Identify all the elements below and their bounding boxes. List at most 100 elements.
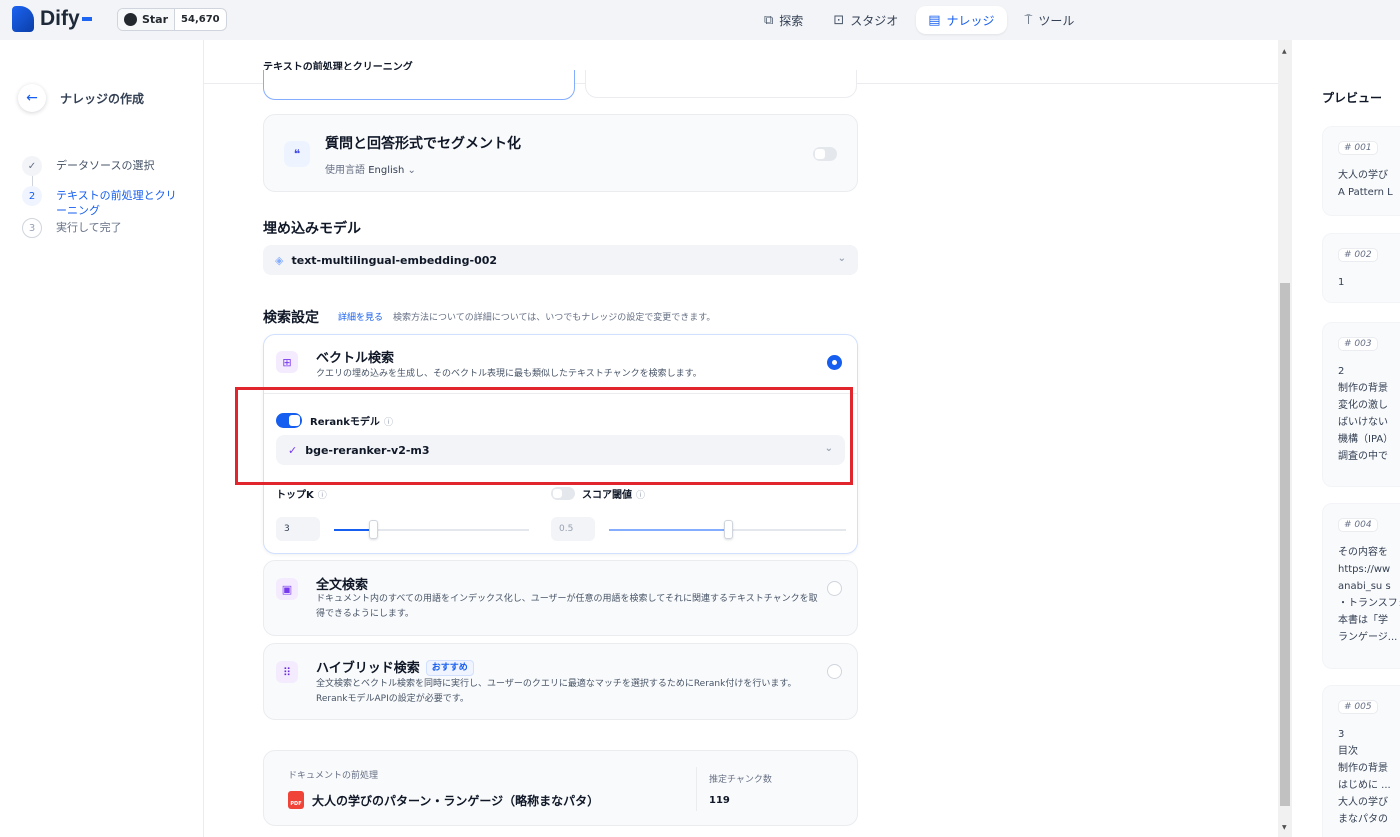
chunk-text: 1	[1338, 277, 1345, 288]
preview-chunk: # 003 2 制作の背景 変化の激し ばいけない 機構（IPA） 調査の中で	[1322, 322, 1400, 487]
document-name-row: PDF 大人の学びのパターン・ランゲージ（略称まなパタ）	[288, 791, 599, 809]
rerank-model-select[interactable]: ✓ bge-reranker-v2-m3 ⌄	[276, 435, 845, 465]
help-icon[interactable]: ⓘ	[318, 488, 327, 501]
full-text-title: 全文検索	[316, 578, 369, 593]
brand-name: Dify	[40, 7, 80, 30]
embedding-model-name: text-multilingual-embedding-002	[291, 253, 498, 267]
document-summary-card: ドキュメントの前処理 PDF 大人の学びのパターン・ランゲージ（略称まなパタ） …	[263, 750, 858, 826]
steps-sidebar: ← ナレッジの作成 ✓ データソースの選択 2 テキストの前処理とクリーニング …	[0, 40, 204, 837]
embedding-model-select[interactable]: ◈ text-multilingual-embedding-002 ⌄	[263, 245, 858, 275]
score-slider-fill	[609, 529, 728, 531]
qa-toggle[interactable]	[813, 147, 837, 161]
nav-tools[interactable]: ⍑ ツール	[1013, 6, 1087, 34]
nav-knowledge-label: ナレッジ	[946, 13, 995, 28]
preview-chunk: # 004 その内容を https://ww anabi_su s ・トランスフ…	[1322, 503, 1400, 669]
chunk-tag: # 003	[1338, 337, 1378, 351]
github-icon	[124, 13, 137, 26]
dify-logo[interactable]: Dify	[12, 6, 92, 32]
top-k-label: トップK ⓘ	[276, 486, 327, 501]
chunk-count-value: 119	[709, 795, 730, 806]
vertex-ai-icon: ◈	[275, 253, 284, 267]
divider	[696, 767, 697, 811]
scroll-up-icon[interactable]: ▲	[1282, 48, 1287, 55]
score-threshold-input[interactable]: 0.5	[551, 517, 595, 541]
step-number: 3	[22, 218, 42, 238]
nav-explore-label: 探索	[779, 13, 804, 28]
nav-explore[interactable]: ⧉ 探索	[752, 6, 815, 34]
segment-mode-card-selected[interactable]	[263, 70, 575, 100]
hybrid-title: ハイブリッド検索 おすすめ	[316, 657, 474, 676]
main-nav: ⧉ 探索 ⊡ スタジオ ▤ ナレッジ ⍑ ツール	[752, 6, 1086, 34]
chunk-tag: # 002	[1338, 248, 1378, 262]
qa-language[interactable]: 使用言語 English ⌄	[325, 161, 416, 176]
score-threshold-toggle[interactable]	[551, 487, 575, 500]
chunk-text: その内容を https://ww anabi_su s ・トランスフォ 本書は「…	[1338, 547, 1400, 643]
vector-search-radio[interactable]	[827, 355, 842, 370]
chunk-tag: # 004	[1338, 518, 1378, 532]
step-connector	[32, 176, 33, 186]
dify-logo-mark	[12, 6, 34, 32]
full-text-search-card[interactable]: ▣ 全文検索 ドキュメント内のすべての用語をインデックス化し、ユーザーが任意の用…	[263, 560, 858, 636]
full-text-radio[interactable]	[827, 581, 842, 596]
hybrid-search-card[interactable]: ⠿ ハイブリッド検索 おすすめ 全文検索とベクトル検索を同時に実行し、ユーザーのク…	[263, 643, 858, 720]
top-k-input[interactable]: 3	[276, 517, 320, 541]
back-row[interactable]: ← ナレッジの作成	[18, 84, 144, 112]
step-list: ✓ データソースの選択 2 テキストの前処理とクリーニング 3 実行して完了	[22, 156, 186, 238]
nav-knowledge[interactable]: ▤ ナレッジ	[916, 6, 1007, 34]
top-k-label-text: トップK	[276, 490, 314, 501]
hybrid-title-text: ハイブリッド検索	[316, 661, 420, 676]
scrollbar-thumb[interactable]	[1280, 283, 1290, 806]
page-title: ナレッジの作成	[60, 91, 145, 106]
qa-language-value[interactable]: English	[368, 165, 404, 176]
back-arrow-icon[interactable]: ←	[18, 84, 46, 112]
github-star-widget[interactable]: Star 54,670	[117, 8, 227, 31]
github-star-count[interactable]: 54,670	[175, 9, 226, 30]
top-k-slider-thumb[interactable]	[369, 520, 378, 539]
github-star-button[interactable]: Star	[118, 9, 176, 30]
preview-panel: プレビュー # 001 大人の学び A Pattern L # 002 1 # …	[1292, 40, 1400, 837]
rerank-toggle[interactable]	[276, 413, 302, 428]
hammer-icon: ⍑	[1024, 12, 1033, 28]
help-icon[interactable]: ⓘ	[636, 488, 645, 501]
vector-search-card[interactable]: ⊞ ベクトル検索 クエリの埋め込みを生成し、そのベクトル表現に最も類似したテキス…	[263, 334, 858, 554]
step-label: 実行して完了	[56, 221, 122, 234]
step-execute: 3 実行して完了	[22, 218, 186, 238]
learn-more-link[interactable]: 詳細を見る	[338, 310, 383, 323]
top-bar: Dify Star 54,670 ⧉ 探索 ⊡ スタジオ ▤ ナレッジ ⍑ ツー…	[0, 0, 1400, 40]
chunk-text: 3 目次 制作の背景 はじめに ... 大人の学び まなパタの	[1338, 729, 1391, 825]
robot-icon: ⊡	[833, 12, 845, 28]
main-scrollbar[interactable]: ▲ ▼	[1278, 40, 1292, 837]
rerank-model-icon: ✓	[288, 443, 298, 457]
chunk-count-label: 推定チャンク数	[709, 775, 772, 785]
rerank-label-text: Rerankモデル	[310, 417, 380, 428]
help-icon[interactable]: ⓘ	[384, 415, 393, 428]
top-k-slider-fill	[334, 529, 373, 531]
recommended-badge: おすすめ	[425, 660, 474, 676]
score-threshold-label-text: スコア閾値	[582, 490, 632, 501]
document-name: 大人の学びのパターン・ランゲージ（略称まなパタ）	[312, 793, 600, 808]
qa-title: 質問と回答形式でセグメント化	[325, 136, 521, 152]
hybrid-radio[interactable]	[827, 664, 842, 679]
step-data-source[interactable]: ✓ データソースの選択	[22, 156, 186, 176]
hybrid-description: 全文検索とベクトル検索を同時に実行し、ユーザーのクエリに最適なマッチを選択するた…	[316, 679, 797, 704]
nav-tools-label: ツール	[1038, 13, 1075, 28]
scroll-down-icon[interactable]: ▼	[1282, 824, 1287, 831]
step-number: 2	[22, 186, 42, 206]
divider	[264, 393, 857, 394]
score-threshold-label: スコア閾値 ⓘ	[582, 486, 645, 501]
segment-mode-card[interactable]	[585, 70, 857, 98]
main-content: テキストの前処理とクリーニング ❝ 質問と回答形式でセグメント化 使用言語 En…	[204, 40, 1278, 837]
retrieval-description: 検索方法についての詳細については、いつでもナレッジの設定で変更できます。	[393, 313, 716, 323]
compass-icon: ⧉	[764, 12, 774, 28]
vector-search-title: ベクトル検索	[316, 351, 395, 366]
chunk-tag: # 001	[1338, 141, 1378, 155]
rerank-model-name: bge-reranker-v2-m3	[305, 443, 430, 457]
score-slider-thumb[interactable]	[724, 520, 733, 539]
preview-chunk: # 005 3 目次 制作の背景 はじめに ... 大人の学び まなパタの	[1322, 685, 1400, 837]
rerank-label: Rerankモデル ⓘ	[310, 413, 393, 428]
book-icon: ▤	[928, 12, 941, 28]
nav-studio[interactable]: ⊡ スタジオ	[821, 6, 910, 34]
retrieval-title: 検索設定	[263, 310, 319, 326]
embedding-title: 埋め込みモデル	[263, 221, 361, 237]
check-icon: ✓	[22, 156, 42, 176]
